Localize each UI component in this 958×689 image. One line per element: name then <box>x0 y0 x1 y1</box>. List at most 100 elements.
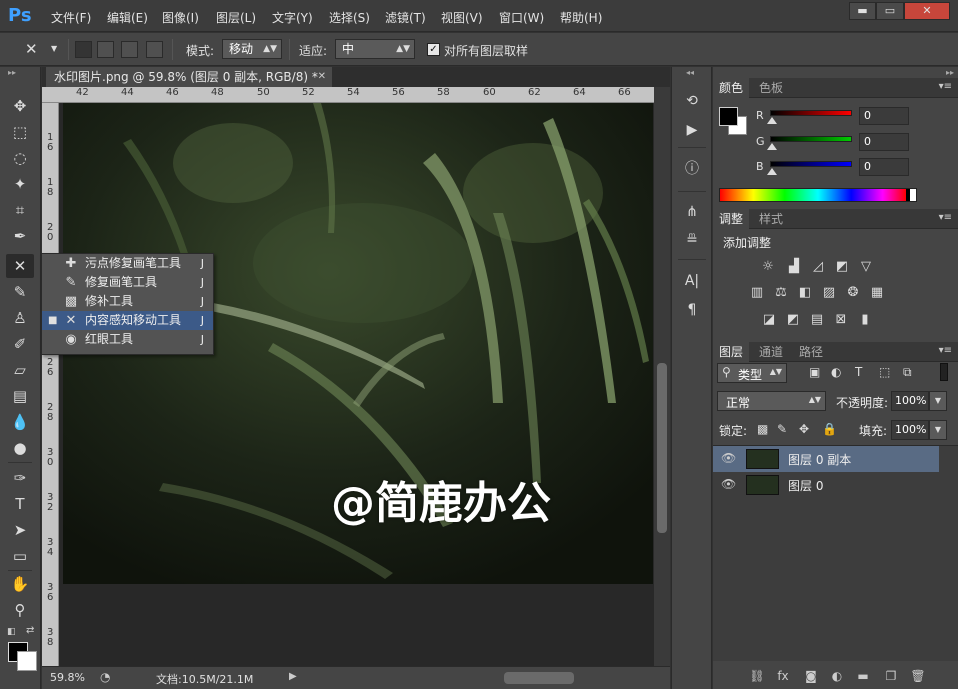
document-tab[interactable]: 水印图片.png @ 59.8% (图层 0 副本, RGB/8) * ✕ <box>46 67 332 87</box>
new-selection-button[interactable] <box>75 41 92 58</box>
opacity-input[interactable]: 100% <box>891 391 929 411</box>
status-menu-icon[interactable]: ◔ <box>100 670 110 684</box>
menu-edit[interactable]: 编辑(E) <box>107 9 148 26</box>
horizontal-scroll-thumb[interactable] <box>504 672 574 684</box>
menu-window[interactable]: 窗口(W) <box>499 9 544 26</box>
swap-colors-icon[interactable]: ⇄ <box>26 625 34 636</box>
menu-layer[interactable]: 图层(L) <box>216 9 256 26</box>
default-colors-icon[interactable]: ◧ <box>7 627 16 637</box>
selective-color-icon[interactable]: ⊠ <box>831 310 851 330</box>
pen-tool-icon[interactable]: ✑ <box>6 466 34 490</box>
visibility-eye-icon[interactable]: 👁 <box>721 477 736 491</box>
blue-value-input[interactable]: 0 <box>859 158 909 176</box>
flyout-item-content-aware-move[interactable]: ■ ✕ 内容感知移动工具 J <box>42 311 213 330</box>
panel-menu-icon[interactable]: ▾≡ <box>939 345 952 356</box>
gradient-tool-icon[interactable]: ▤ <box>6 384 34 408</box>
tab-swatches[interactable]: 色板 <box>753 78 789 98</box>
green-slider[interactable] <box>770 136 852 142</box>
menu-filter[interactable]: 滤镜(T) <box>385 9 426 26</box>
lock-position-icon[interactable]: ✥ <box>799 422 809 436</box>
blue-slider-knob[interactable] <box>767 168 777 175</box>
character-icon[interactable]: A| <box>680 270 704 292</box>
exposure-icon[interactable]: ◩ <box>832 257 852 277</box>
new-adjustment-layer-icon[interactable]: ◐ <box>827 667 847 685</box>
fill-input[interactable]: 100% <box>891 420 929 440</box>
eyedropper-tool-icon[interactable]: ✒ <box>6 224 34 248</box>
minimize-button[interactable]: ▬ <box>849 2 876 20</box>
green-value-input[interactable]: 0 <box>859 133 909 151</box>
blur-tool-icon[interactable]: 💧 <box>6 410 34 434</box>
status-arrow-icon[interactable]: ▶ <box>289 671 297 682</box>
levels-icon[interactable]: ▟ <box>784 257 804 277</box>
opacity-dropdown-icon[interactable]: ▼ <box>929 391 947 411</box>
magic-wand-tool-icon[interactable]: ✦ <box>6 172 34 196</box>
invert-icon[interactable]: ◪ <box>759 310 779 330</box>
filter-adjustment-icon[interactable]: ◐ <box>831 365 841 379</box>
layer-filter-select[interactable]: ⚲ 类型 ▲▼ <box>717 363 787 383</box>
subtract-selection-button[interactable] <box>121 41 138 58</box>
vibrance-icon[interactable]: ▽ <box>856 257 876 277</box>
content-aware-move-icon[interactable]: ✕ <box>25 40 38 58</box>
sample-all-checkbox[interactable]: ✓ <box>427 43 440 56</box>
red-slider[interactable] <box>770 110 852 116</box>
curves-icon[interactable]: ◿ <box>808 257 828 277</box>
posterize-icon[interactable]: ◩ <box>783 310 803 330</box>
flyout-item-red-eye[interactable]: ◉ 红眼工具 J <box>42 330 213 349</box>
eraser-tool-icon[interactable]: ▱ <box>6 358 34 382</box>
tab-paths[interactable]: 路径 <box>793 342 829 362</box>
color-spectrum[interactable] <box>719 188 917 202</box>
red-slider-knob[interactable] <box>767 117 777 124</box>
lock-pixels-icon[interactable]: ✎ <box>777 422 787 436</box>
content-aware-move-tool-icon[interactable]: ✕ <box>6 254 34 278</box>
layer-row[interactable]: 👁 图层 0 副本 <box>713 446 939 472</box>
zoom-tool-icon[interactable]: ⚲ <box>6 598 34 622</box>
brightness-icon[interactable]: ☼ <box>758 257 778 277</box>
lock-all-icon[interactable]: 🔒 <box>822 422 837 436</box>
tab-styles[interactable]: 样式 <box>753 209 789 229</box>
type-tool-icon[interactable]: T <box>6 492 34 516</box>
menu-view[interactable]: 视图(V) <box>441 9 483 26</box>
move-tool-icon[interactable]: ✥ <box>6 94 34 118</box>
filter-shape-icon[interactable]: ⬚ <box>879 365 890 379</box>
paragraph-icon[interactable]: ¶ <box>680 299 704 321</box>
fill-dropdown-icon[interactable]: ▼ <box>929 420 947 440</box>
collapse-icon[interactable]: ◂◂ <box>686 68 694 77</box>
red-value-input[interactable]: 0 <box>859 107 909 125</box>
menu-image[interactable]: 图像(I) <box>162 9 199 26</box>
add-mask-icon[interactable]: ◙ <box>801 667 821 685</box>
link-layers-icon[interactable]: ⛓ <box>747 667 767 685</box>
new-layer-icon[interactable]: ❐ <box>881 667 901 685</box>
black-white-icon[interactable]: ◧ <box>795 283 815 303</box>
dodge-tool-icon[interactable]: ● <box>6 436 34 460</box>
blend-mode-select[interactable]: 正常 ▲▼ <box>717 391 826 411</box>
adapt-select[interactable]: 中 ▲▼ <box>335 39 415 59</box>
green-slider-knob[interactable] <box>767 143 777 150</box>
flyout-item-patch[interactable]: ▩ 修补工具 J <box>42 292 213 311</box>
info-icon[interactable]: ⓘ <box>680 158 704 180</box>
filter-type-icon[interactable]: T <box>855 365 862 379</box>
color-balance-icon[interactable]: ⚖ <box>771 283 791 303</box>
actions-play-icon[interactable]: ▶ <box>680 119 704 141</box>
background-color-swatch[interactable] <box>17 651 37 671</box>
filter-toggle[interactable] <box>940 363 948 381</box>
collapse-icon[interactable]: ▸▸ <box>8 68 16 77</box>
photo-filter-icon[interactable]: ▨ <box>819 283 839 303</box>
add-selection-button[interactable] <box>97 41 114 58</box>
hue-saturation-icon[interactable]: ▥ <box>747 283 767 303</box>
collapse-icon[interactable]: ▸▸ <box>946 68 954 77</box>
brush-settings-icon[interactable]: ≞ <box>680 229 704 251</box>
maximize-button[interactable]: ▭ <box>876 2 904 20</box>
menu-select[interactable]: 选择(S) <box>329 9 370 26</box>
mode-select[interactable]: 移动 ▲▼ <box>222 39 282 59</box>
panel-menu-icon[interactable]: ▾≡ <box>939 212 952 223</box>
tool-preset-chevron-icon[interactable]: ▼ <box>51 44 57 53</box>
hand-tool-icon[interactable]: ✋ <box>6 572 34 596</box>
flyout-item-spot-healing[interactable]: ✚ 污点修复画笔工具 J <box>42 254 213 273</box>
flyout-item-healing-brush[interactable]: ✎ 修复画笔工具 J <box>42 273 213 292</box>
gradient-map-icon[interactable]: ▮ <box>855 310 875 330</box>
shape-tool-icon[interactable]: ▭ <box>6 544 34 568</box>
visibility-eye-icon[interactable]: 👁 <box>721 451 736 465</box>
layer-style-icon[interactable]: fx <box>773 667 793 685</box>
tab-layers[interactable]: 图层 <box>713 342 750 362</box>
lasso-tool-icon[interactable]: ◌ <box>6 146 34 170</box>
